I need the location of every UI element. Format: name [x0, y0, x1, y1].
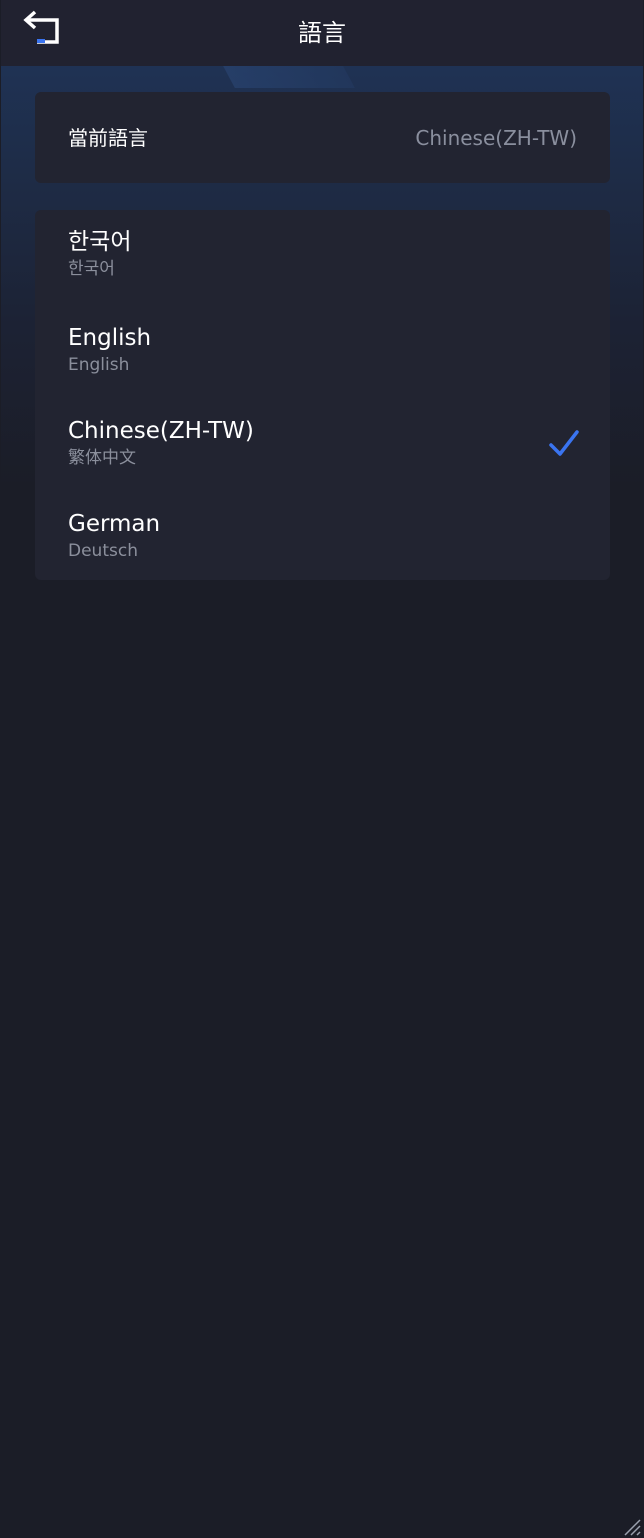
app-screen: 語言 當前語言 Chinese(ZH-TW) 한국어 한국어 English E… [1, 0, 643, 1538]
page-title: 語言 [298, 19, 346, 47]
resize-grip-icon[interactable] [623, 1518, 641, 1536]
background-streak [223, 66, 355, 88]
top-bar: 語言 [1, 0, 643, 66]
language-name: German [68, 511, 161, 537]
language-native-name: English [68, 355, 130, 375]
language-native-name: 繁体中文 [68, 448, 136, 468]
language-list: 한국어 한국어 English English Chinese(ZH-TW) 繁… [35, 210, 610, 580]
language-native-name: 한국어 [68, 259, 115, 279]
checkmark-icon [549, 430, 579, 456]
current-language-card: 當前語言 Chinese(ZH-TW) [35, 92, 610, 183]
language-name: 한국어 [68, 229, 132, 255]
language-name: English [68, 325, 152, 351]
current-language-label: 當前語言 [68, 126, 148, 150]
language-option-english[interactable]: English English [35, 306, 610, 398]
language-option-chinese-tw[interactable]: Chinese(ZH-TW) 繁体中文 [35, 399, 610, 491]
language-native-name: Deutsch [68, 541, 138, 561]
current-language-value: Chinese(ZH-TW) [415, 126, 577, 150]
language-option-korean[interactable]: 한국어 한국어 [35, 210, 610, 302]
language-option-german[interactable]: German Deutsch [35, 492, 610, 584]
language-name: Chinese(ZH-TW) [68, 418, 254, 444]
